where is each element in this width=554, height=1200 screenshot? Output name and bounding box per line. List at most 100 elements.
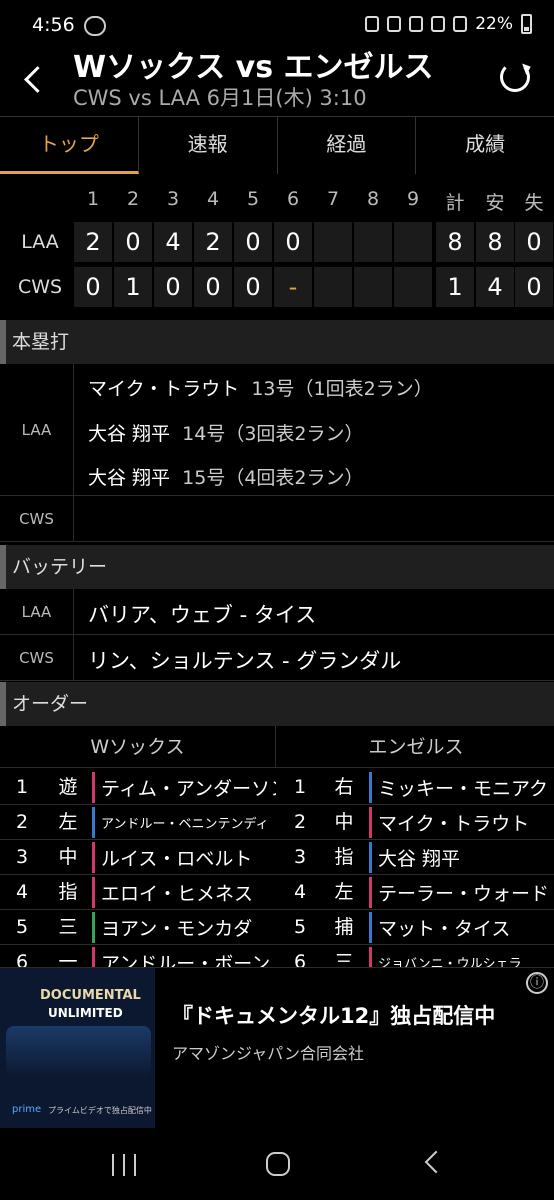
home-run-entry: 大谷 翔平 14号（3回表2ラン） <box>88 419 364 446</box>
back-icon[interactable] <box>16 54 56 102</box>
inning-header: 4 <box>206 188 220 210</box>
signal-icon <box>453 16 468 32</box>
ad-title[interactable]: 『ドキュメンタル12』独占配信中 <box>172 1000 495 1030</box>
ad-banner[interactable]: DOCUMENTAL UNLIMITED prime プライムビデオで独占配信中… <box>0 968 554 1128</box>
order-row: 5 三 ヨアン・モンカダ 5 捕 マット・タイス <box>0 910 554 945</box>
batting-number: 6 <box>293 951 307 968</box>
total-errors-header: 失 <box>524 192 544 214</box>
batting-number: 1 <box>15 776 29 798</box>
game-subtitle: CWS vs LAA 6月1日(木) 3:10 <box>73 86 367 110</box>
player-name[interactable]: アンドルー・ベニンテンディ <box>92 807 276 838</box>
home-runs-laa: LAA マイク・トラウト 13号（1回表2ラン） 大谷 翔平 14号（3回表2ラ… <box>0 364 554 496</box>
position: 左 <box>334 881 354 903</box>
team-name-away: LAA <box>21 231 59 253</box>
inning-score: 0 <box>234 222 272 262</box>
battery-laa: LAA バリア、ウェブ - タイス <box>0 589 554 635</box>
team-label: CWS <box>0 635 74 680</box>
inning-score <box>394 267 432 307</box>
battery-text: リン、ショルテンス - グランダル <box>88 649 402 673</box>
inning-score: 4 <box>154 222 192 262</box>
player-name[interactable]: 大谷 翔平 <box>88 467 170 489</box>
home-run-detail: 13号（1回表2ラン） <box>251 378 433 400</box>
home-runs-cws: CWS <box>0 496 554 542</box>
position: 三 <box>58 916 78 938</box>
player-name[interactable]: アンドルー・ボーン <box>92 947 276 967</box>
home-run-detail: 15号（4回表2ラン） <box>182 467 364 489</box>
wifi-icon <box>431 16 446 32</box>
tab-stats[interactable]: 成績 <box>416 117 554 174</box>
page-title: Wソックス vs エンゼルス <box>73 50 434 85</box>
inning-header: 3 <box>166 188 180 210</box>
total-runs: 1 <box>436 267 474 307</box>
total-hits: 4 <box>476 267 514 307</box>
player-name[interactable]: 大谷 翔平 <box>88 423 170 445</box>
player-name[interactable]: ヨアン・モンカダ <box>92 912 276 943</box>
inning-score: 0 <box>74 267 112 307</box>
battery-text: バリア、ウェブ - タイス <box>88 603 317 627</box>
batting-number: 5 <box>293 916 307 938</box>
prime-logo: prime <box>12 1104 42 1115</box>
inning-header: 6 <box>286 188 300 210</box>
recents-icon[interactable] <box>112 1154 136 1176</box>
ad-image-subtitle: UNLIMITED <box>48 1006 123 1020</box>
nav-back-icon[interactable] <box>424 1150 448 1174</box>
alarm-icon <box>365 16 380 32</box>
player-name[interactable]: ルイス・ロベルト <box>92 842 276 873</box>
player-name[interactable]: 大谷 翔平 <box>369 842 554 873</box>
total-runs: 8 <box>436 222 474 262</box>
tab-top[interactable]: トップ <box>0 117 139 174</box>
home-run-entry: 大谷 翔平 15号（4回表2ラン） <box>88 463 364 490</box>
inning-score: 0 <box>114 222 152 262</box>
tab-live[interactable]: 速報 <box>139 117 278 174</box>
inning-header: 2 <box>126 188 140 210</box>
player-name[interactable]: ミッキー・モニアク <box>369 772 554 803</box>
ad-info-icon[interactable]: ⓘ <box>526 972 548 994</box>
total-runs-header: 計 <box>445 192 465 214</box>
inning-header: 9 <box>406 188 420 210</box>
batting-number: 5 <box>15 916 29 938</box>
batting-number: 6 <box>15 951 29 968</box>
order-row: 1 遊 ティム・アンダーソン 1 右 ミッキー・モニアク <box>0 770 554 805</box>
inning-score <box>314 267 352 307</box>
total-hits-header: 安 <box>485 192 505 214</box>
inning-header: 5 <box>246 188 260 210</box>
section-order: オーダー <box>0 682 554 726</box>
player-name[interactable]: テーラー・ウォード <box>369 877 554 908</box>
position: 中 <box>58 846 78 868</box>
inning-header: 1 <box>86 188 100 210</box>
inning-score <box>354 267 392 307</box>
ad-image-title: DOCUMENTAL <box>40 988 141 1003</box>
battery-icon <box>521 14 532 34</box>
player-name[interactable]: マイク・トラウト <box>88 378 239 400</box>
location-icon <box>409 16 424 32</box>
position: 左 <box>58 811 78 833</box>
player-name[interactable]: ティム・アンダーソン <box>92 772 276 803</box>
inning-score <box>394 222 432 262</box>
status-icons: 22% <box>365 14 532 34</box>
player-name[interactable]: ジョバンニ・ウルシェラ <box>369 947 554 967</box>
home-icon[interactable] <box>266 1152 290 1176</box>
position: 中 <box>334 811 354 833</box>
mute-icon <box>387 16 402 32</box>
total-errors: 0 <box>515 267 553 307</box>
tab-bar: トップ 速報 経過 成績 <box>0 116 554 174</box>
ad-advertiser: アマゾンジャパン合同会社 <box>172 1044 365 1063</box>
inning-score: - <box>274 267 312 307</box>
ad-image[interactable]: DOCUMENTAL UNLIMITED prime プライムビデオで独占配信中 <box>0 968 155 1128</box>
game-header: Wソックス vs エンゼルス CWS vs LAA 6月1日(木) 3:10 <box>0 40 554 116</box>
batting-number: 2 <box>15 811 29 833</box>
position: 右 <box>334 776 354 798</box>
position: 指 <box>58 881 78 903</box>
inning-score: 1 <box>114 267 152 307</box>
player-name[interactable]: エロイ・ヒメネス <box>92 877 276 908</box>
tab-progress[interactable]: 経過 <box>278 117 417 174</box>
refresh-icon[interactable] <box>500 62 530 92</box>
player-name[interactable]: マット・タイス <box>369 912 554 943</box>
inning-header: 8 <box>366 188 380 210</box>
inning-score <box>354 222 392 262</box>
player-name[interactable]: マイク・トラウト <box>369 807 554 838</box>
position: 遊 <box>58 776 78 798</box>
inning-score <box>314 222 352 262</box>
batting-number: 3 <box>293 846 307 868</box>
status-time: 4:56 <box>32 14 75 36</box>
